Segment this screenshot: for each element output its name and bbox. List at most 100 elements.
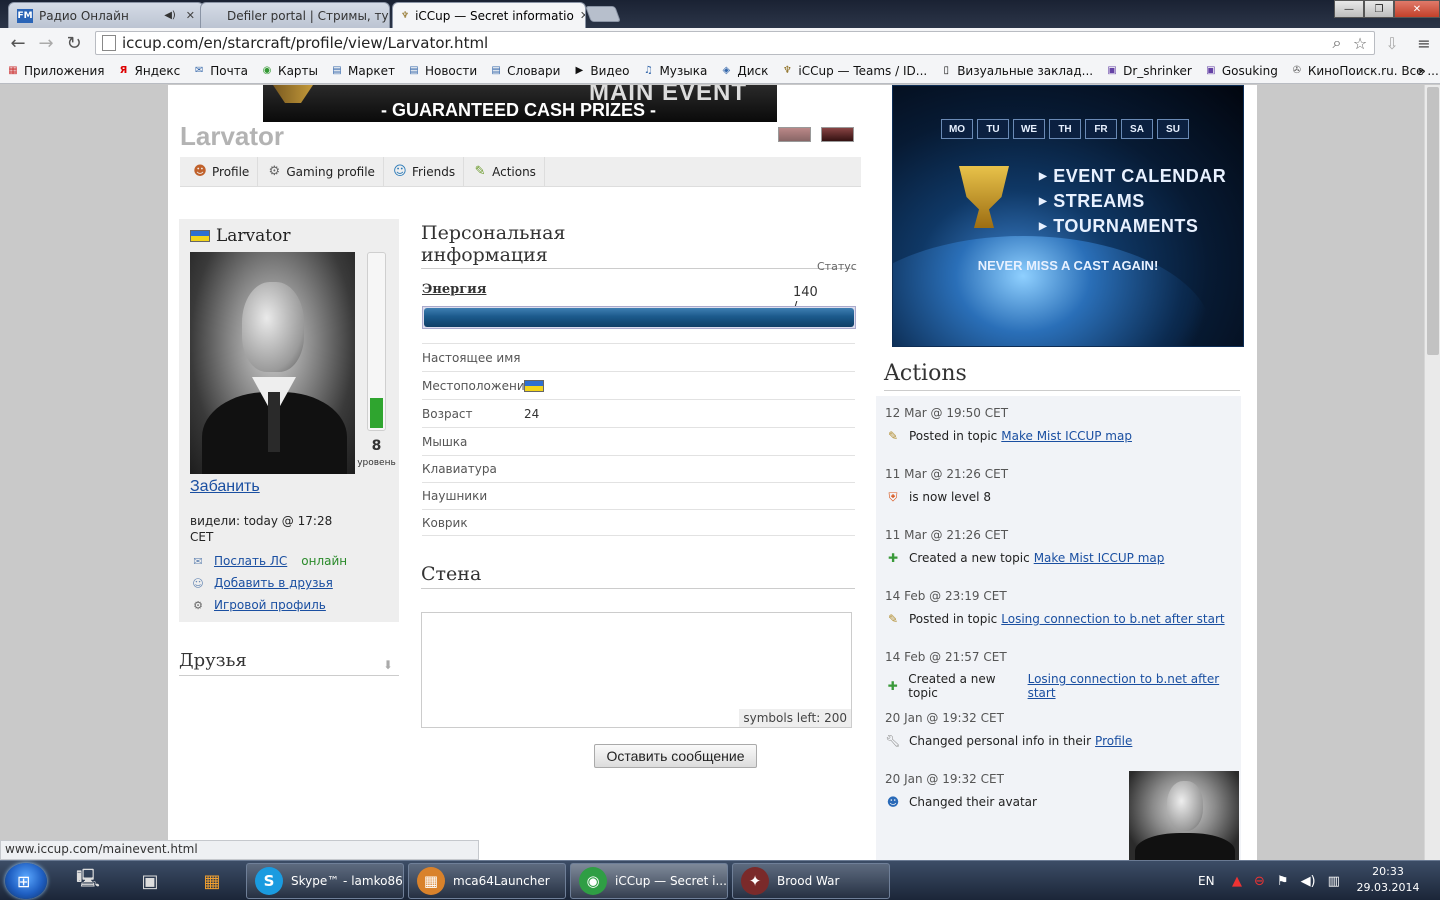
task-chrome[interactable]: ◉ iCCup — Secret i... bbox=[570, 863, 728, 899]
level-label: уровень bbox=[357, 458, 396, 468]
menu-icon[interactable]: ≡ bbox=[1412, 31, 1436, 55]
window-close-icon[interactable]: ✕ bbox=[1394, 0, 1440, 18]
start-button[interactable]: ⊞ bbox=[5, 863, 47, 899]
arrow-down-icon[interactable]: ⬇ bbox=[383, 658, 395, 672]
launcher-pin-icon[interactable]: ▦ bbox=[182, 864, 242, 898]
bookmark-apps[interactable]: ▦ Приложения bbox=[6, 64, 104, 78]
tab-actions[interactable]: ✎ Actions bbox=[464, 157, 545, 186]
chrome-icon: ◉ bbox=[579, 867, 607, 895]
maximize-icon[interactable]: ❐ bbox=[1364, 0, 1394, 18]
bookmark-news[interactable]: ▤ Новости bbox=[407, 64, 477, 78]
wall-textarea[interactable]: symbols left: 200 bbox=[421, 612, 852, 728]
bookmark-visual[interactable]: ▯ Визуальные заклад... bbox=[939, 64, 1093, 78]
page-scrollbar[interactable] bbox=[1424, 85, 1440, 860]
download-icon[interactable]: ⇩ bbox=[1380, 31, 1404, 55]
back-icon[interactable]: ← bbox=[4, 29, 32, 57]
tab-profile[interactable]: ☻ Profile bbox=[180, 157, 259, 186]
bookmark-mail[interactable]: ✉ Почта bbox=[192, 64, 248, 78]
status-bar-url: www.iccup.com/mainevent.html bbox=[0, 840, 479, 860]
star-icon[interactable]: ☆ bbox=[1348, 31, 1372, 55]
event-calendar-banner[interactable]: MO TU WE TH FR SA SU EVENT CALENDAR STRE… bbox=[892, 85, 1244, 347]
bookmark-dr-shrinker[interactable]: ▣ Dr_shrinker bbox=[1105, 64, 1191, 78]
scrollbar-thumb[interactable] bbox=[1427, 87, 1439, 355]
action-link[interactable]: Make Mist ICCUP map bbox=[1034, 551, 1165, 565]
day-label: TU bbox=[977, 119, 1009, 139]
action-link[interactable]: Profile bbox=[1095, 734, 1132, 748]
list-item: 12 Mar @ 19:50 CET ✎ Posted in topic Make … bbox=[885, 406, 1132, 443]
gaming-profile-link[interactable]: Игровой профиль bbox=[214, 598, 326, 612]
bookmark-video[interactable]: ▶ Видео bbox=[572, 64, 630, 78]
pdf-icon[interactable]: ▲ bbox=[1232, 874, 1242, 889]
tab-defiler[interactable]: Defiler portal | Стримы, ту ✕ bbox=[200, 2, 390, 28]
info-row: Наушники bbox=[422, 482, 855, 509]
bookmark-disk[interactable]: ◈ Диск bbox=[719, 64, 769, 78]
zoom-icon[interactable]: ⌕ bbox=[1325, 31, 1349, 55]
info-row: Настоящее имя bbox=[422, 343, 855, 371]
energy-bar bbox=[422, 306, 856, 329]
clock[interactable]: 20:33 29.03.2014 bbox=[1352, 864, 1424, 896]
network-icon[interactable]: ▥ bbox=[1328, 874, 1340, 889]
bookmark-dictionaries[interactable]: ▤ Словари bbox=[489, 64, 560, 78]
bookmarks-overflow-icon[interactable]: » bbox=[1418, 64, 1426, 78]
bookmark-yandex[interactable]: Я Яндекс bbox=[117, 64, 181, 78]
launcher-icon: ▦ bbox=[417, 867, 445, 895]
divider bbox=[884, 390, 1240, 391]
close-icon[interactable]: ✕ bbox=[186, 9, 195, 22]
volume-icon[interactable]: ◀) bbox=[1301, 874, 1316, 889]
no-entry-icon[interactable]: ⊖ bbox=[1254, 874, 1265, 889]
info-value: 24 bbox=[524, 406, 540, 421]
new-tab-button[interactable] bbox=[585, 6, 621, 22]
action-link[interactable]: Losing connection to b.net after start bbox=[1028, 672, 1241, 700]
starcraft-icon[interactable] bbox=[821, 127, 854, 142]
action-time: 14 Feb @ 23:19 CET bbox=[885, 589, 1007, 603]
bookmark-kinopoisk[interactable]: ✇ КиноПоиск.ru. Все ... bbox=[1290, 64, 1439, 78]
actions-title: Actions bbox=[884, 361, 967, 386]
tab-iccup[interactable]: ♆ iCCup — Secret informatio ✕ bbox=[392, 2, 586, 28]
banner-prizes: - GUARANTEED CASH PRIZES - bbox=[381, 100, 657, 120]
computer-icon[interactable]: 🖳︎ bbox=[58, 864, 118, 898]
action-time: 11 Mar @ 21:26 CET bbox=[885, 467, 1009, 481]
friends-header[interactable]: Друзья ⬇ bbox=[179, 650, 399, 676]
language-indicator[interactable]: EN bbox=[1198, 861, 1215, 900]
tab-label: iCCup — Secret informatio bbox=[415, 8, 574, 23]
task-brood-war[interactable]: ✦ Brood War bbox=[732, 863, 890, 899]
minimize-icon[interactable]: — bbox=[1334, 0, 1364, 18]
avatar-thumbnail[interactable] bbox=[1129, 771, 1239, 860]
monitor-icon[interactable]: ▣ bbox=[120, 864, 180, 898]
list-item: 20 Jan @ 19:32 CET ☻ Changed their avatar bbox=[885, 772, 1037, 809]
task-mca64launcher[interactable]: ▦ mca64Launcher bbox=[408, 863, 566, 899]
add-friend-link[interactable]: Добавить в друзья bbox=[214, 576, 333, 590]
forward-icon[interactable]: → bbox=[32, 29, 60, 57]
send-message-link[interactable]: Послать ЛС bbox=[214, 554, 287, 568]
address-bar[interactable]: iccup.com/en/starcraft/profile/view/Larv… bbox=[95, 31, 1375, 55]
flag-icon[interactable]: ⚑ bbox=[1277, 874, 1289, 889]
ban-link[interactable]: Забанить bbox=[190, 478, 260, 496]
task-skype[interactable]: S Skype™ - lamko86 bbox=[246, 863, 404, 899]
page-icon bbox=[102, 35, 116, 51]
action-link[interactable]: Losing connection to b.net after start bbox=[1001, 612, 1224, 626]
ad-tagline: NEVER MISS A CAST AGAIN! bbox=[977, 258, 1159, 273]
energy-label[interactable]: Энергия bbox=[422, 282, 486, 297]
bookmark-gosuking[interactable]: ▣ Gosuking bbox=[1204, 64, 1278, 78]
bookmark-music[interactable]: ♫ Музыка bbox=[641, 64, 707, 78]
tab-friends[interactable]: ☺ Friends bbox=[384, 157, 465, 186]
dota-icon[interactable] bbox=[778, 127, 811, 142]
market-icon: ▤ bbox=[332, 65, 342, 76]
add-user-icon: ☺ bbox=[192, 576, 204, 590]
reload-icon[interactable]: ↻ bbox=[60, 29, 88, 57]
bookmark-market[interactable]: ▤ Маркет bbox=[330, 64, 395, 78]
video-icon: ▶ bbox=[575, 65, 584, 76]
action-link[interactable]: Make Mist ICCUP map bbox=[1001, 429, 1132, 443]
post-message-button[interactable]: Оставить сообщение bbox=[594, 744, 757, 768]
dictionary-icon: ▤ bbox=[491, 65, 501, 76]
bookmark-iccup-teams[interactable]: ♆ iCCup — Teams / ID... bbox=[780, 64, 927, 78]
wall-title: Стена bbox=[421, 563, 482, 585]
main-event-banner[interactable]: MAIN EVENT - GUARANTEED CASH PRIZES - bbox=[263, 85, 777, 122]
tab-gaming-profile[interactable]: ⚙ Gaming profile bbox=[258, 157, 384, 186]
info-key: Мышка bbox=[422, 434, 468, 449]
gaming-profile-row: ⚙ Игровой профиль bbox=[190, 598, 326, 612]
close-icon[interactable]: ✕ bbox=[580, 9, 585, 22]
user-icon: ☻ bbox=[193, 164, 207, 179]
tab-radio[interactable]: FM Радио Онлайн ◀) ✕ bbox=[8, 2, 204, 28]
bookmark-maps[interactable]: ◉ Карты bbox=[260, 64, 318, 78]
